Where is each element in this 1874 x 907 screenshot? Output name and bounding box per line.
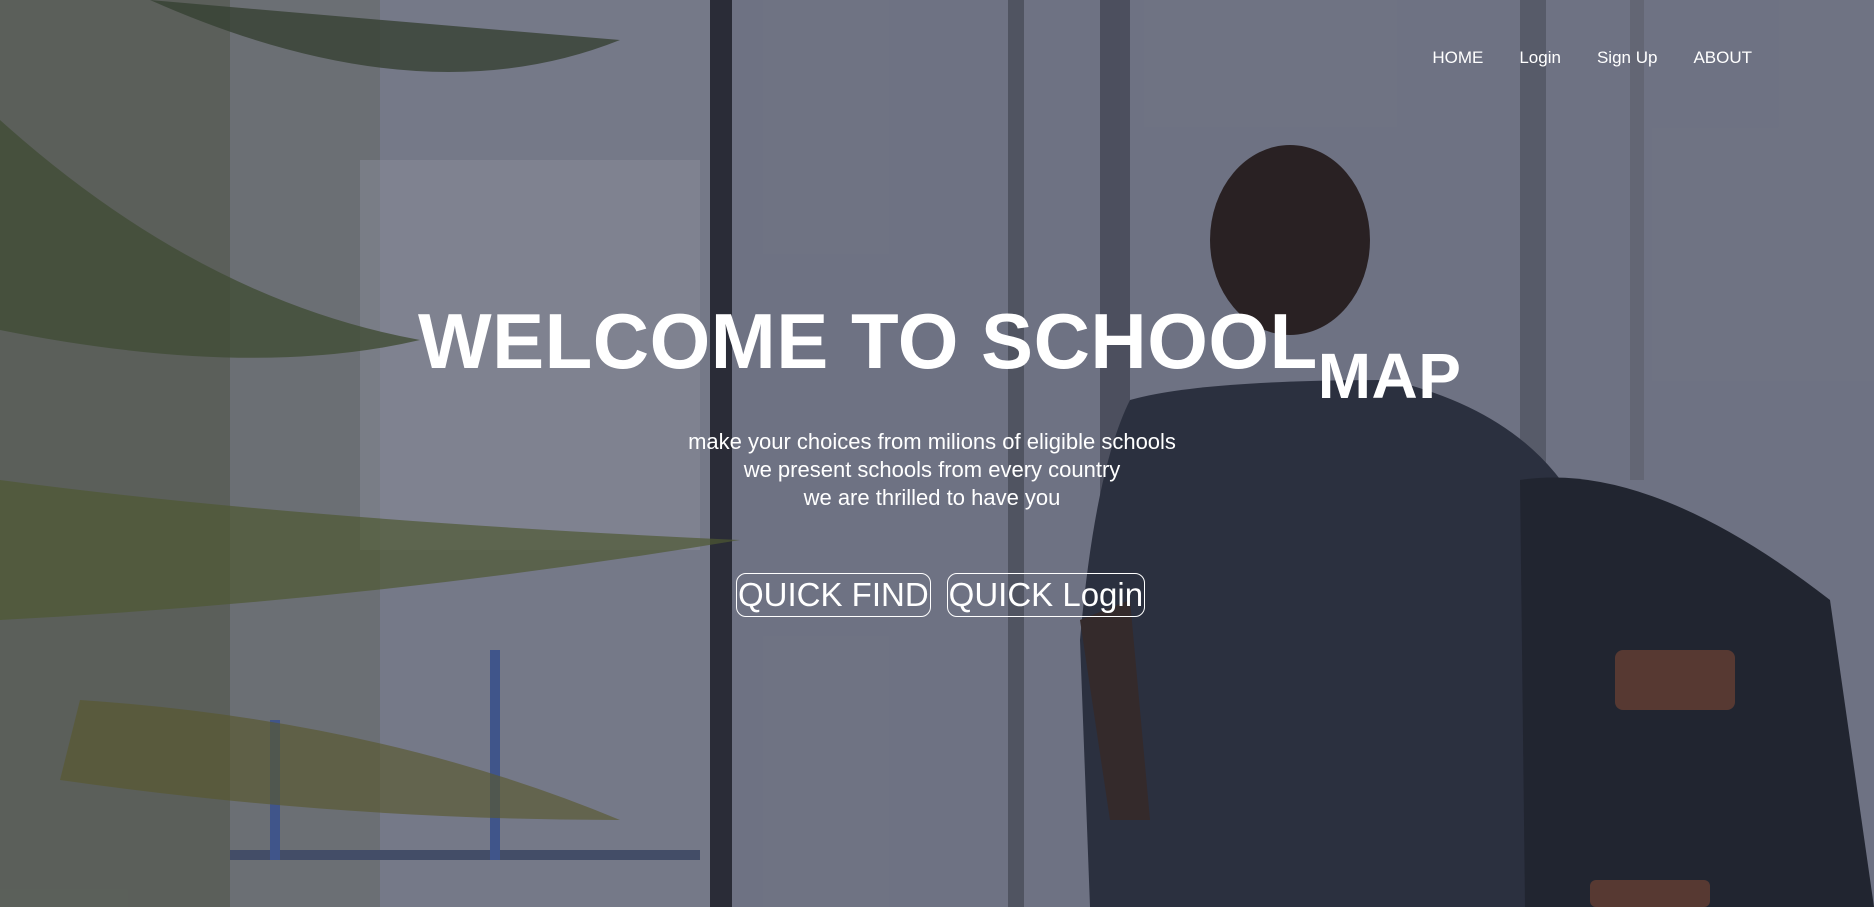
nav-signup-link[interactable]: Sign Up [1597, 48, 1657, 68]
hero-title: WELCOME TO SCHOOLMAP [418, 302, 1461, 408]
nav-about-link[interactable]: ABOUT [1693, 48, 1752, 68]
hero-section: HOME Login Sign Up ABOUT WELCOME TO SCHO… [0, 0, 1874, 907]
tagline-line: make your choices from milions of eligib… [688, 429, 1176, 454]
tagline-line: we are thrilled to have you [803, 485, 1061, 510]
quick-login-button[interactable]: QUICK Login [946, 573, 1146, 617]
hero-title-suffix: MAP [1317, 340, 1462, 412]
quick-find-button[interactable]: QUICK FIND [736, 573, 931, 617]
tagline-line: we present schools from every country [743, 457, 1121, 482]
hero-actions: QUICK FIND QUICK Login [736, 573, 1146, 617]
hero-tagline: make your choices from milions of eligib… [0, 428, 1864, 512]
nav-home-link[interactable]: HOME [1432, 48, 1483, 68]
hero-title-main: WELCOME TO SCHOOL [418, 297, 1318, 385]
top-navigation: HOME Login Sign Up ABOUT [1432, 48, 1752, 68]
nav-login-link[interactable]: Login [1519, 48, 1561, 68]
